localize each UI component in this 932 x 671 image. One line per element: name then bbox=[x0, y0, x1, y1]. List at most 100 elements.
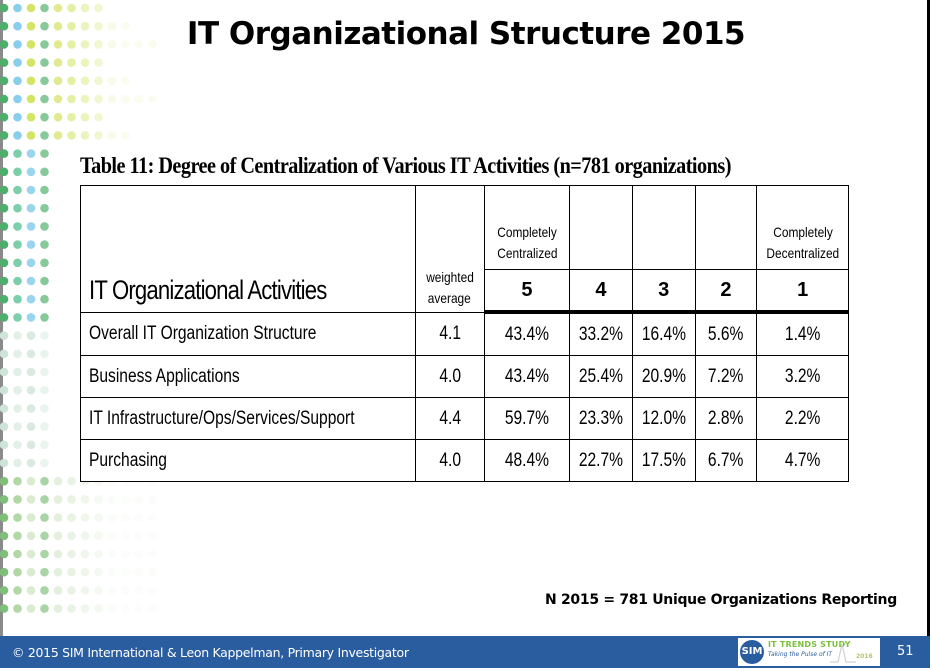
decorative-dot bbox=[0, 531, 9, 541]
decorative-dot bbox=[13, 495, 22, 504]
decorative-dot bbox=[94, 94, 103, 104]
it-trends-study-logo: SIM IT TRENDS STUDY Taking the Pulse of … bbox=[738, 638, 880, 666]
percent-cell-scale-2: 7.2% bbox=[694, 355, 758, 398]
percent-cell-scale-3: 12.0% bbox=[631, 397, 696, 440]
decorative-dot bbox=[148, 586, 157, 595]
decorative-dot bbox=[67, 76, 76, 86]
decorative-dot bbox=[13, 349, 22, 359]
decorative-dot bbox=[121, 531, 130, 541]
decorative-dot bbox=[40, 222, 49, 231]
decorative-dot bbox=[13, 167, 22, 177]
decorative-dot bbox=[26, 367, 36, 377]
decorative-dot bbox=[13, 112, 22, 122]
decorative-dot bbox=[26, 586, 36, 595]
decorative-dot bbox=[67, 131, 76, 140]
decorative-dot bbox=[40, 531, 49, 541]
decorative-dot bbox=[94, 531, 103, 541]
decorative-dot bbox=[94, 567, 103, 577]
table-body: Overall IT Organization Structure 4.1 43.4… bbox=[80, 311, 849, 482]
percent-cell-scale-5: 43.4% bbox=[483, 311, 571, 356]
percent-cell-scale-1: 2.2% bbox=[756, 397, 849, 440]
decorative-dot bbox=[80, 495, 90, 504]
logo-year: 2016 bbox=[856, 653, 873, 660]
decorative-dot bbox=[40, 112, 49, 122]
decorative-dot bbox=[40, 476, 49, 486]
weighted-average-cell: 4.0 bbox=[414, 355, 485, 398]
decorative-dot bbox=[0, 422, 9, 431]
decorative-dot bbox=[0, 222, 9, 231]
decorative-dot bbox=[67, 567, 76, 577]
table-row: Overall IT Organization Structure 4.1 43.4… bbox=[80, 311, 849, 356]
percent-cell-scale-5: 43.4% bbox=[483, 355, 571, 398]
decorative-dot bbox=[134, 586, 144, 595]
decorative-dot bbox=[0, 331, 9, 340]
percent-cell-scale-2: 6.7% bbox=[694, 439, 758, 482]
decorative-dot bbox=[53, 131, 63, 140]
decorative-dot bbox=[26, 276, 36, 286]
decorative-dot bbox=[121, 549, 130, 559]
decorative-dot bbox=[0, 440, 9, 450]
decorative-dot bbox=[40, 149, 49, 158]
decorative-dot bbox=[53, 531, 63, 541]
decorative-dot bbox=[26, 422, 36, 431]
decorative-dot bbox=[26, 495, 36, 504]
decorative-dot bbox=[40, 549, 49, 559]
decorative-dot bbox=[0, 495, 9, 504]
percent-cell-scale-1: 1.4% bbox=[756, 311, 849, 356]
table-row: IT Infrastructure/Ops/Services/Support 4.… bbox=[80, 397, 849, 440]
decorative-dot bbox=[0, 458, 9, 468]
percent-cell-scale-2: 2.8% bbox=[694, 397, 758, 440]
decorative-dot bbox=[107, 567, 117, 577]
decorative-dot bbox=[40, 94, 49, 104]
header-blank-3 bbox=[631, 185, 696, 270]
decorative-dot bbox=[13, 240, 22, 249]
decorative-dot bbox=[107, 513, 117, 522]
scale-3: 3 bbox=[631, 269, 696, 314]
decorative-dot bbox=[53, 567, 63, 577]
decorative-dot bbox=[80, 549, 90, 559]
header-blank-4 bbox=[569, 185, 633, 270]
percent-cell-scale-3: 20.9% bbox=[631, 355, 696, 398]
table-row: Purchasing 4.0 48.4% 22.7% 17.5% 6.7% 4.7% bbox=[80, 439, 849, 482]
decorative-dot bbox=[67, 112, 76, 122]
decorative-dot bbox=[13, 203, 22, 213]
decorative-dot bbox=[80, 513, 90, 522]
decorative-dot bbox=[40, 276, 49, 286]
weighted-line1: weighted bbox=[425, 268, 474, 285]
decorative-dot bbox=[40, 258, 49, 268]
decorative-dot bbox=[94, 131, 103, 140]
decorative-dot bbox=[148, 604, 157, 613]
decorative-dot bbox=[0, 167, 9, 177]
decorative-dot bbox=[40, 604, 49, 613]
weighted-average-cell: 4.1 bbox=[414, 311, 485, 356]
decorative-dot bbox=[80, 604, 90, 613]
decorative-dot bbox=[0, 404, 9, 413]
decorative-dot bbox=[40, 313, 49, 322]
decorative-dot bbox=[26, 222, 36, 231]
decorative-dot bbox=[40, 367, 49, 377]
decorative-dot bbox=[67, 3, 76, 13]
percent-cell-scale-4: 23.3% bbox=[569, 397, 633, 440]
decorative-dot bbox=[0, 604, 9, 613]
decorative-dot bbox=[40, 440, 49, 450]
decorative-dot bbox=[13, 94, 22, 104]
decorative-dot bbox=[0, 385, 9, 395]
decorative-dot bbox=[121, 586, 130, 595]
decorative-dot bbox=[0, 313, 9, 322]
decorative-dot bbox=[26, 112, 36, 122]
decorative-dot bbox=[0, 240, 9, 249]
decorative-dot bbox=[67, 94, 76, 104]
decorative-dot bbox=[94, 513, 103, 522]
decorative-dot bbox=[53, 476, 63, 486]
decorative-dot bbox=[121, 94, 130, 104]
decorative-dot bbox=[13, 458, 22, 468]
decorative-dot bbox=[67, 586, 76, 595]
decorative-dot bbox=[0, 276, 9, 286]
percent-cell-scale-3: 16.4% bbox=[631, 311, 696, 356]
decorative-dot bbox=[107, 76, 117, 86]
decorative-dot bbox=[40, 586, 49, 595]
table-row: Business Applications 4.0 43.4% 25.4% 20.9% 7… bbox=[80, 355, 849, 398]
sample-size-note: N 2015 = 781 Unique Organizations Report… bbox=[545, 592, 897, 608]
decorative-dot bbox=[26, 313, 36, 322]
decorative-dot bbox=[0, 294, 9, 304]
